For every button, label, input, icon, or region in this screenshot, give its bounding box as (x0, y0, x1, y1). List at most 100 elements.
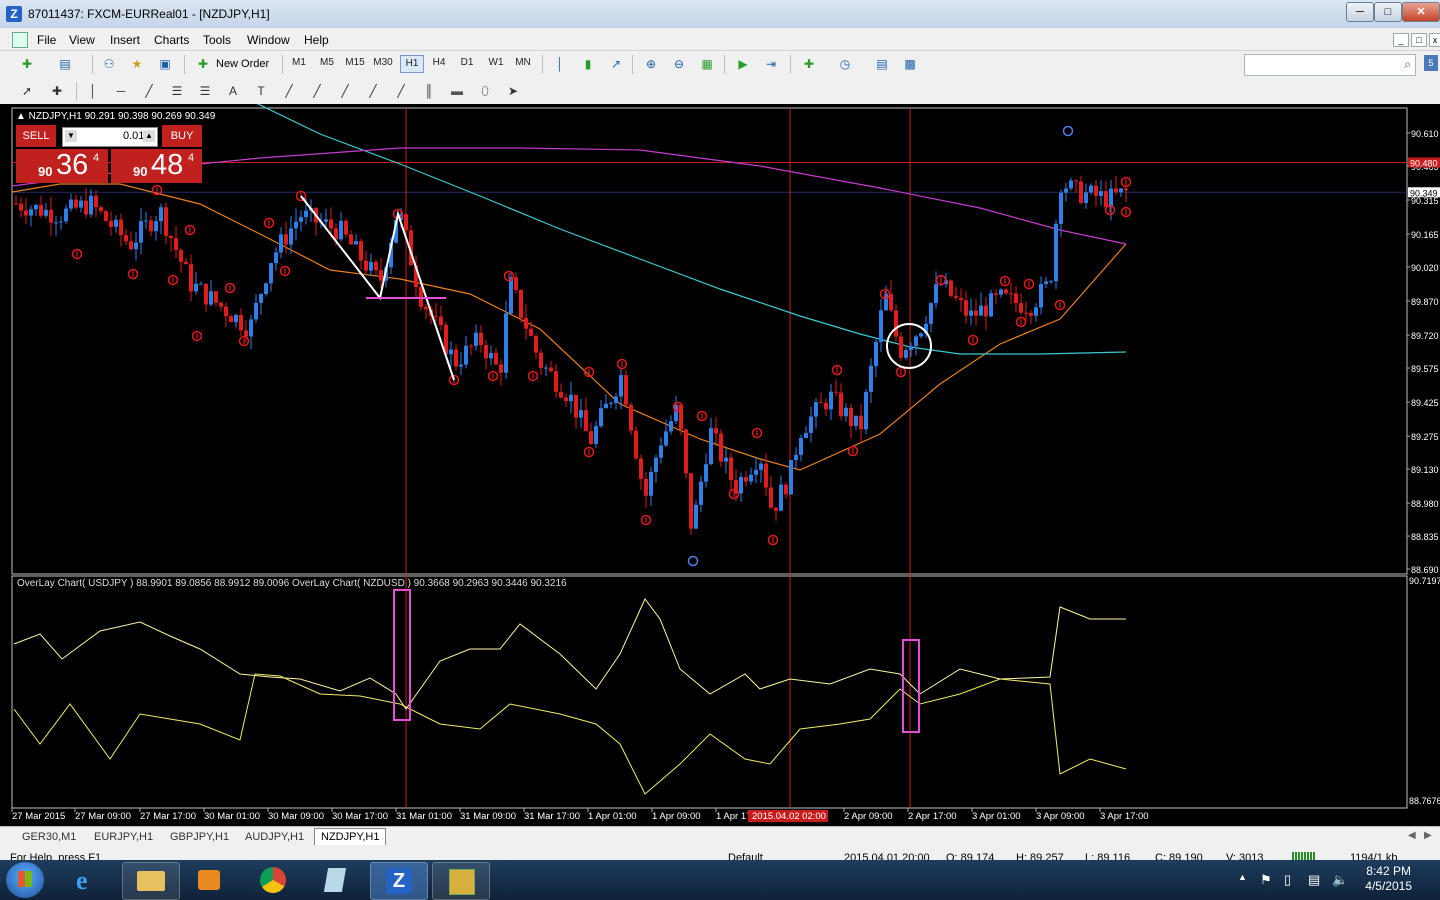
menu-view[interactable]: View (69, 33, 95, 47)
candle-body (369, 261, 373, 271)
sell-button[interactable]: SELL (16, 125, 56, 147)
start-button[interactable] (6, 862, 44, 898)
menu-window[interactable]: Window (247, 33, 290, 47)
candle-body (649, 471, 653, 496)
taskbar-metatrader[interactable]: Z (370, 862, 428, 900)
minimize-button[interactable]: ─ (1346, 2, 1374, 22)
menu-help[interactable]: Help (304, 33, 329, 47)
taskbar-notes[interactable] (308, 862, 364, 898)
search-input[interactable]: ⌕ (1244, 54, 1416, 76)
market-watch-icon[interactable]: ⚇ (100, 56, 118, 72)
chart-shift-icon[interactable]: ⇥ (762, 56, 780, 72)
bar-chart-icon[interactable]: │ (551, 56, 569, 72)
profiles-icon[interactable]: ▤ (56, 56, 74, 72)
new-order-button[interactable]: New Order (216, 58, 269, 70)
rectangle-icon[interactable]: ▬ (448, 83, 466, 99)
zoom-in-icon[interactable]: ⊕ (642, 56, 660, 72)
zoom-out-icon[interactable]: ⊖ (670, 56, 688, 72)
tray-device-icon[interactable]: ▯ (1284, 872, 1291, 888)
maximize-button[interactable]: □ (1374, 2, 1402, 22)
tray-network-icon[interactable]: ▤ (1308, 872, 1320, 888)
sell-price-box[interactable]: 90 36 4 (16, 149, 108, 183)
candle-body (804, 432, 808, 438)
channel-icon[interactable]: ╱ (280, 83, 298, 99)
autoscroll-icon[interactable]: ▶ (734, 56, 752, 72)
taskbar-media-player[interactable] (182, 862, 238, 898)
menu-insert[interactable]: Insert (110, 33, 140, 47)
periods-clock-icon[interactable]: ◷ (836, 56, 854, 72)
timeframe-m1[interactable]: M1 (288, 57, 310, 68)
tab-nzdjpy-h1[interactable]: NZDJPY,H1 (314, 828, 387, 845)
timeframe-w1[interactable]: W1 (485, 57, 507, 68)
cycle-lines-icon[interactable]: ║ (420, 83, 438, 99)
terminal-icon[interactable]: ▣ (156, 56, 174, 72)
indicators-icon[interactable]: ✚ (800, 56, 818, 72)
menu-charts[interactable]: Charts (154, 33, 189, 47)
new-chart-icon[interactable]: ✚ (18, 56, 36, 72)
lot-size-input[interactable]: ▼ 0.01 ▲ (62, 127, 158, 147)
navigator-icon[interactable]: ★ (128, 56, 146, 72)
menu-file[interactable]: File (37, 33, 56, 47)
vertical-line-icon[interactable]: │ (84, 83, 102, 99)
tray-flag-icon[interactable]: ⚑ (1260, 872, 1272, 888)
mdi-close-button[interactable]: x (1429, 33, 1440, 47)
horizontal-line-icon[interactable]: ─ (112, 83, 130, 99)
taskbar-ie[interactable]: e (62, 862, 118, 898)
candle-body (339, 220, 343, 240)
mdi-minimize-button[interactable]: _ (1393, 33, 1409, 47)
buy-price-box[interactable]: 90 48 4 (111, 149, 202, 183)
chart-properties-icon[interactable]: ▩ (901, 56, 919, 72)
tab-eurjpy-h1[interactable]: EURJPY,H1 (88, 829, 159, 845)
notifications-icon[interactable]: 5 (1424, 55, 1438, 71)
candlestick-icon[interactable]: ▮ (579, 56, 597, 72)
line-chart-icon[interactable]: ↗ (607, 56, 625, 72)
timeframe-m15[interactable]: M15 (344, 57, 366, 68)
new-order-icon[interactable]: ✚ (194, 56, 212, 72)
tray-volume-icon[interactable]: 🔈 (1332, 872, 1348, 888)
tab-audjpy-h1[interactable]: AUDJPY,H1 (239, 829, 310, 845)
andrews-pitchfork-icon[interactable]: ╱ (336, 83, 354, 99)
search-icon[interactable]: ⌕ (1404, 57, 1411, 72)
taskbar-explorer[interactable] (122, 862, 180, 900)
cursor-icon[interactable]: ➚ (18, 83, 36, 99)
arrows-icon[interactable]: ➤ (504, 83, 522, 99)
lot-decrease-button[interactable]: ▼ (65, 130, 77, 142)
timeframe-h4[interactable]: H4 (428, 57, 450, 68)
fibonacci-icon[interactable]: ☰ (196, 83, 214, 99)
mdi-restore-button[interactable]: □ (1411, 33, 1427, 47)
system-clock[interactable]: 8:42 PM 4/5/2015 (1365, 864, 1412, 894)
lot-increase-button[interactable]: ▲ (143, 130, 155, 142)
text-label-icon[interactable]: T (252, 83, 270, 99)
timeframe-m5[interactable]: M5 (316, 57, 338, 68)
text-icon[interactable]: A (224, 83, 242, 99)
candle-body (829, 391, 833, 410)
tray-expand-icon[interactable]: ▲ (1238, 872, 1247, 882)
tile-windows-icon[interactable]: ▦ (698, 56, 716, 72)
one-click-trading-panel: SELL ▼ 0.01 ▲ BUY 90 36 4 90 48 4 (16, 125, 202, 183)
crosshair-icon[interactable]: ✚ (48, 83, 66, 99)
tab-scroll-right-icon[interactable]: ▶ (1424, 830, 1432, 841)
timeframe-mn[interactable]: MN (512, 57, 534, 68)
chart-window[interactable]: 90.61090.46590.31590.16590.02089.87089.7… (0, 104, 1440, 826)
tab-gbpjpy-h1[interactable]: GBPJPY,H1 (164, 829, 235, 845)
fan-icon[interactable]: ☰ (168, 83, 186, 99)
buy-button[interactable]: BUY (162, 125, 202, 147)
trendline-icon[interactable]: ╱ (140, 83, 158, 99)
chart-canvas[interactable]: 90.61090.46590.31590.16590.02089.87089.7… (0, 104, 1440, 826)
gann-icon[interactable]: ╱ (308, 83, 326, 99)
menu-tools[interactable]: Tools (203, 33, 231, 47)
timeframe-m30[interactable]: M30 (372, 57, 394, 68)
timeframe-d1[interactable]: D1 (456, 57, 478, 68)
tab-scroll-left-icon[interactable]: ◀ (1408, 830, 1416, 841)
close-button[interactable]: ✕ (1402, 2, 1440, 22)
tab-ger30-m1[interactable]: GER30,M1 (16, 829, 82, 845)
taskbar-chrome[interactable] (246, 862, 302, 898)
price-axis-label: 90.020 (1411, 263, 1439, 273)
taskbar-app[interactable] (432, 862, 490, 900)
ellipse-icon[interactable]: ⬯ (476, 83, 494, 99)
timeframe-h1[interactable]: H1 (400, 55, 424, 73)
fibo-fan-icon[interactable]: ╱ (364, 83, 382, 99)
templates-icon[interactable]: ▤ (873, 56, 891, 72)
candle-body (954, 295, 958, 298)
fibo-arcs-icon[interactable]: ╱ (392, 83, 410, 99)
